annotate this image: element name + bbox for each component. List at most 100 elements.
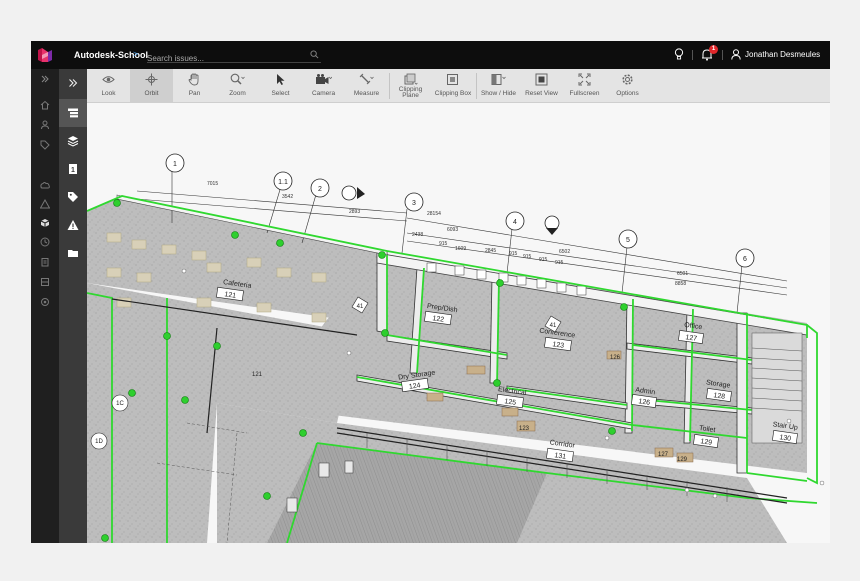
people-icon[interactable] (40, 120, 50, 130)
tags-button[interactable] (59, 183, 87, 211)
grid-bubble-label: 5 (626, 237, 630, 244)
issues-button[interactable] (59, 211, 87, 239)
dimension-label: 2438 (412, 232, 423, 238)
measure-tool[interactable]: Measure (345, 69, 388, 103)
svg-text:1: 1 (71, 167, 75, 174)
door-tag[interactable]: 1D (95, 439, 103, 445)
viewer-toolbar: Look Orbit Pan Zoom Select Camera Measur… (87, 69, 830, 103)
grid-bubble-label: 4 (513, 219, 517, 226)
camera-icon (316, 74, 332, 84)
measure-icon (359, 73, 374, 85)
fullscreen-tool[interactable]: Fullscreen (563, 69, 606, 103)
door-tag[interactable]: 121 (252, 372, 263, 378)
camera-tool[interactable]: Camera (302, 69, 345, 103)
dimension-label: 2893 (349, 209, 360, 215)
eye-icon (102, 76, 115, 83)
tree-icon (68, 108, 78, 118)
folder-button[interactable] (59, 239, 87, 267)
dimension-label: 915 (509, 251, 518, 257)
clipping-plane-tool[interactable]: Clipping Plane (390, 69, 431, 103)
clipping-plane-label: Clipping Plane (398, 86, 423, 99)
grid-bubble-label: 1.1 (278, 179, 288, 186)
orbit-tool[interactable]: Orbit (130, 69, 173, 103)
door-tag[interactable]: 126 (610, 355, 621, 361)
grid-bubble-label: 1 (173, 161, 177, 168)
search-box[interactable] (147, 48, 321, 65)
dimension-label: 2845 (485, 248, 496, 254)
sheet-icon: 1 (69, 164, 77, 174)
clipboard-icon[interactable] (40, 257, 50, 267)
pan-label: Pan (188, 90, 201, 97)
search-icon[interactable] (310, 50, 319, 59)
orbit-label: Orbit (144, 90, 159, 97)
reset-view-tool[interactable]: Reset View (520, 69, 563, 103)
bim360-logo-icon[interactable] (37, 46, 53, 64)
sheets-button[interactable]: 1 (59, 155, 87, 183)
dimension-label: 915 (539, 257, 548, 263)
pointer-icon (277, 74, 285, 85)
show-hide-icon (491, 74, 506, 85)
door-tag[interactable]: 127 (658, 452, 669, 458)
show-hide-tool[interactable]: Show / Hide (477, 69, 520, 103)
model-viewport[interactable]: 7015 3542 2893 28154 2438 6093 915 1609 … (87, 103, 830, 543)
zoom-label: Zoom (229, 90, 246, 97)
select-tool[interactable]: Select (259, 69, 302, 103)
look-tool[interactable]: Look (87, 69, 130, 103)
building-model-canvas[interactable]: 7015 3542 2893 28154 2438 6093 915 1609 … (87, 103, 830, 543)
dimension-label: 6501 (677, 271, 688, 277)
options-label: Options (616, 90, 639, 97)
door-tag[interactable]: 123 (519, 426, 530, 432)
left-nav-rail (31, 69, 59, 543)
reset-view-icon (535, 73, 548, 86)
look-label: Look (101, 90, 116, 97)
options-tool[interactable]: Options (606, 69, 649, 103)
zoom-tool[interactable]: Zoom (216, 69, 259, 103)
collapse-panel-button[interactable] (59, 69, 87, 97)
clipping-box-tool[interactable]: Clipping Box (431, 69, 475, 103)
dimension-label: 8858 (675, 281, 686, 287)
search-input[interactable] (147, 52, 297, 65)
door-tag[interactable]: 129 (677, 457, 688, 463)
camera-label: Camera (311, 90, 336, 97)
folder-icon (68, 250, 78, 257)
warning-icon (67, 220, 79, 230)
home-icon[interactable] (40, 100, 50, 110)
layers-button[interactable] (59, 127, 87, 155)
models-icon[interactable] (40, 218, 50, 228)
user-name[interactable]: Jonathan Desmeules (745, 50, 820, 59)
fullscreen-icon (578, 73, 591, 86)
lightbulb-icon[interactable] (674, 48, 684, 61)
notification-badge: 1 (709, 45, 718, 54)
dimension-label: 3542 (282, 194, 293, 200)
pan-tool[interactable]: Pan (173, 69, 216, 103)
layers-icon (67, 136, 79, 147)
dimension-label: 1609 (455, 246, 466, 252)
show-hide-label: Show / Hide (480, 90, 517, 97)
dimension-label: 915 (523, 254, 532, 260)
cloud-icon[interactable] (40, 180, 50, 190)
dimension-label: 6093 (447, 227, 458, 233)
clipping-box-icon (447, 74, 458, 85)
select-label: Select (271, 90, 290, 97)
measure-label: Measure (353, 90, 380, 97)
model-browser-button[interactable] (59, 99, 87, 127)
user-icon[interactable] (731, 49, 741, 60)
warning-icon[interactable] (40, 199, 50, 209)
viewer-side-panel: 1 (59, 69, 87, 543)
door-tag[interactable]: 1C (116, 401, 124, 407)
expand-chevron-icon[interactable] (40, 74, 50, 84)
tag-icon[interactable] (40, 140, 50, 150)
dimension-label: 28154 (427, 211, 441, 217)
dimension-label: 7015 (207, 181, 218, 187)
door-tag[interactable]: 41 (550, 323, 557, 329)
door-tag[interactable]: 41 (357, 304, 364, 310)
layers-icon[interactable] (40, 277, 50, 287)
breadcrumb-chevron-icon: > (133, 49, 139, 59)
dimension-label: 6502 (559, 249, 570, 255)
clipping-box-label: Clipping Box (434, 90, 472, 97)
divider (722, 50, 723, 60)
viewer-app: Autodesk-School > 1 Jonathan Desmeules (31, 41, 830, 543)
grid-bubble-label: 6 (743, 256, 747, 263)
settings-icon[interactable] (40, 297, 50, 307)
clock-icon[interactable] (40, 237, 50, 247)
